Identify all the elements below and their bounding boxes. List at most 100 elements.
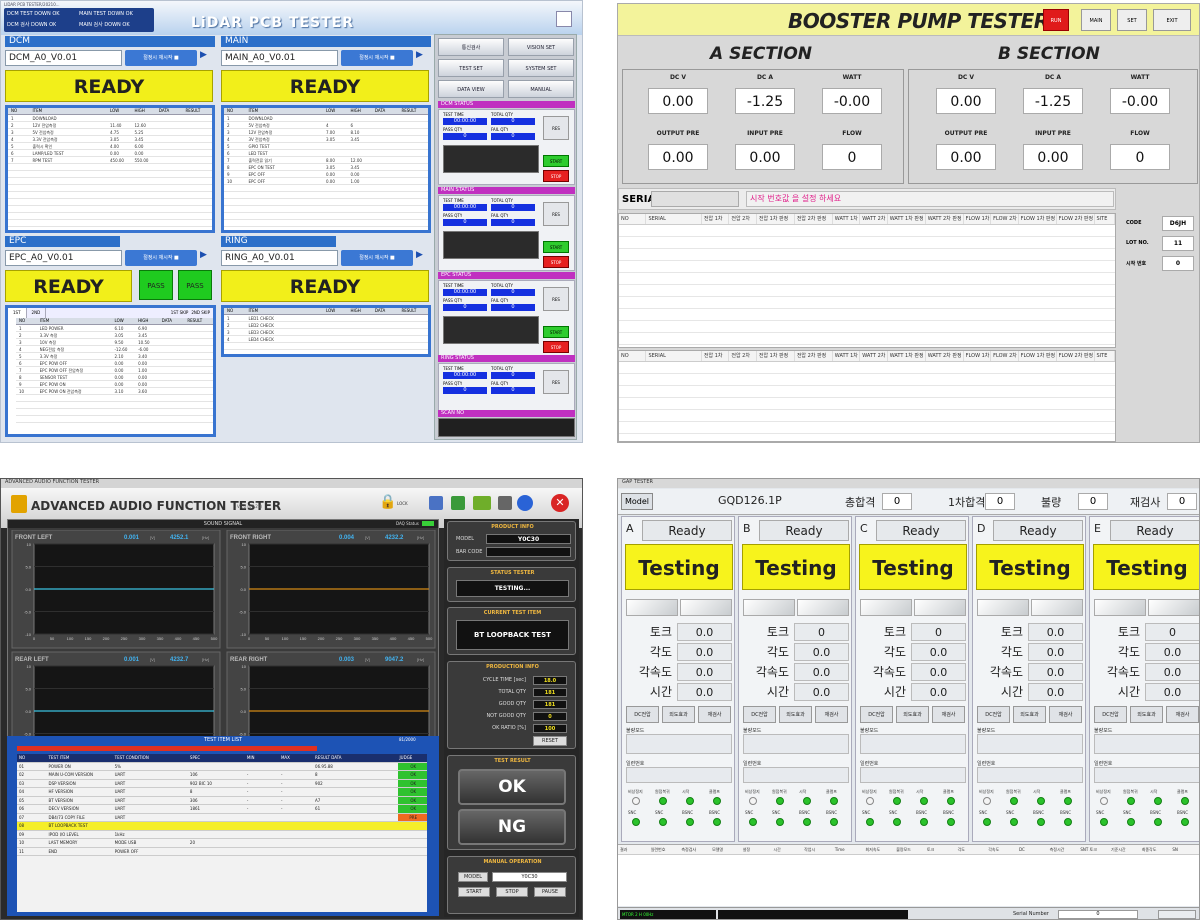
- manual-button[interactable]: MANUAL: [508, 80, 574, 98]
- table-cell: [350, 336, 374, 342]
- help-icon[interactable]: [517, 495, 533, 511]
- serial-input[interactable]: [651, 191, 739, 207]
- run-button[interactable]: RUN: [1043, 9, 1069, 31]
- grid-body: [619, 225, 1115, 345]
- small-button[interactable]: 외도효과: [896, 706, 929, 723]
- reset-button[interactable]: RES: [543, 287, 569, 311]
- skip-2nd-checkbox[interactable]: 2ND SKIP: [191, 308, 213, 318]
- save-icon[interactable]: [429, 496, 443, 510]
- small-button[interactable]: DC전압: [626, 706, 659, 723]
- table-cell: [8, 171, 32, 177]
- table-cell: [279, 839, 313, 847]
- start-icon[interactable]: ▶: [200, 50, 207, 60]
- dcm-model-select[interactable]: DCM_A0_V0.01: [5, 50, 122, 66]
- stop-button[interactable]: STOP: [496, 887, 528, 897]
- manual-model-field[interactable]: Y0C30: [492, 872, 567, 882]
- table-cell: 1861: [189, 806, 201, 811]
- system-set-button[interactable]: SYSTEM SET: [508, 59, 574, 77]
- table-cell: 9: [227, 172, 230, 177]
- small-button[interactable]: 재검사: [1049, 706, 1082, 723]
- start-icon[interactable]: ▶: [416, 50, 423, 60]
- main-restart-button[interactable]: 절정시 재시작 ■: [341, 50, 413, 66]
- stop-button[interactable]: STOP: [543, 170, 569, 182]
- reset-button[interactable]: RESET: [533, 736, 567, 746]
- small-button[interactable]: 재검사: [698, 706, 731, 723]
- start-icon[interactable]: ▶: [200, 250, 207, 260]
- pass-qty-label: PASS QTY: [443, 127, 463, 132]
- small-button[interactable]: 외도효과: [662, 706, 695, 723]
- set-button[interactable]: SET: [1117, 9, 1147, 31]
- side-value[interactable]: 11: [1162, 236, 1194, 251]
- small-button[interactable]: 재검사: [1166, 706, 1199, 723]
- confirm-button[interactable]: [1158, 910, 1196, 919]
- comm-check-button[interactable]: 통신검사: [438, 38, 504, 56]
- serial-number-field[interactable]: 0: [1058, 910, 1138, 919]
- lock-icon[interactable]: 🔒: [379, 494, 396, 510]
- side-value[interactable]: D6JH: [1162, 216, 1194, 231]
- table-row: 2 LED2 CHECK: [224, 322, 428, 329]
- measure-value: 0.0: [794, 643, 849, 661]
- x-tick-label: 450: [408, 636, 415, 641]
- pass-qty-label: PASS QTY: [443, 298, 463, 303]
- table-cell: [401, 122, 428, 128]
- main-model-select[interactable]: MAIN_A0_V0.01: [221, 50, 338, 66]
- tab-2nd[interactable]: 2ND: [27, 308, 47, 318]
- start-button[interactable]: START: [543, 155, 569, 167]
- x-tick-label: 500: [426, 636, 433, 641]
- model-button[interactable]: MODEL: [458, 872, 488, 882]
- small-button[interactable]: 재검사: [932, 706, 965, 723]
- start-button[interactable]: START: [458, 887, 490, 897]
- epc-model-select[interactable]: EPC_A0_V0.01: [5, 250, 122, 266]
- app-logo: [11, 495, 27, 513]
- ring-test-table: NO ITEM LOW HIGH DATA RESULT 1 LED1 CHECK…: [221, 305, 431, 357]
- table-cell: [134, 192, 158, 198]
- settings-icon[interactable]: [473, 496, 491, 510]
- status-left: MTOR 2 H 00Hz: [620, 910, 716, 919]
- ring-restart-button[interactable]: 절정시 재시작 ■: [341, 250, 413, 266]
- vision-set-button[interactable]: VISION SET: [508, 38, 574, 56]
- led-label: 원점복귀: [1006, 789, 1021, 794]
- stop-button[interactable]: STOP: [543, 341, 569, 353]
- grid-column-header: 일련번호: [650, 847, 666, 852]
- exit-button[interactable]: EXIT: [1153, 9, 1191, 31]
- defect-mode-field: [626, 734, 732, 754]
- start-button[interactable]: START: [543, 326, 569, 338]
- grid-row: [619, 285, 1115, 297]
- reset-button[interactable]: RES: [543, 116, 569, 140]
- reset-button[interactable]: RES: [543, 202, 569, 226]
- small-button[interactable]: 외도효과: [1130, 706, 1163, 723]
- pause-button[interactable]: PAUSE: [534, 887, 566, 897]
- start-icon[interactable]: ▶: [416, 250, 423, 260]
- small-button[interactable]: 외도효과: [779, 706, 812, 723]
- small-button[interactable]: DC전압: [860, 706, 893, 723]
- total-qty-label: TOTAL QTY: [491, 198, 513, 203]
- export-icon[interactable]: [451, 496, 465, 510]
- section-ring-header: RING: [221, 236, 336, 247]
- small-button[interactable]: DC전압: [977, 706, 1010, 723]
- measure-label: 토크: [1117, 625, 1140, 639]
- small-button[interactable]: 외도효과: [1013, 706, 1046, 723]
- dcm-restart-button[interactable]: 절정시 재시작 ■: [125, 50, 197, 66]
- stop-button[interactable]: STOP: [543, 256, 569, 268]
- small-button[interactable]: DC전압: [743, 706, 776, 723]
- tab-1st[interactable]: 1ST: [8, 308, 27, 318]
- close-icon[interactable]: ✕: [551, 494, 569, 512]
- small-button[interactable]: 재검사: [815, 706, 848, 723]
- epc-restart-button[interactable]: 절정시 재시작 ■: [125, 250, 197, 266]
- side-value[interactable]: 0: [1162, 256, 1194, 271]
- reset-button[interactable]: RES: [543, 370, 569, 394]
- table-cell: [185, 199, 212, 205]
- data-view-button[interactable]: DATA VIEW: [438, 80, 504, 98]
- small-button[interactable]: DC전압: [1094, 706, 1127, 723]
- table-cell: 1: [19, 326, 22, 331]
- led-label: SNC: [1096, 810, 1105, 815]
- main-button[interactable]: MAIN: [1081, 9, 1111, 31]
- test-set-button[interactable]: TEST SET: [438, 59, 504, 77]
- table-cell: [401, 199, 428, 205]
- skip-1st-checkbox[interactable]: 1ST SKIP: [171, 308, 192, 318]
- tools-icon[interactable]: [498, 496, 512, 510]
- window-title: LIDAR PCB TESTER/20210...: [4, 2, 60, 7]
- start-button[interactable]: START: [543, 241, 569, 253]
- model-button[interactable]: Model: [621, 493, 653, 510]
- ring-model-select[interactable]: RING_A0_V0.01: [221, 250, 338, 266]
